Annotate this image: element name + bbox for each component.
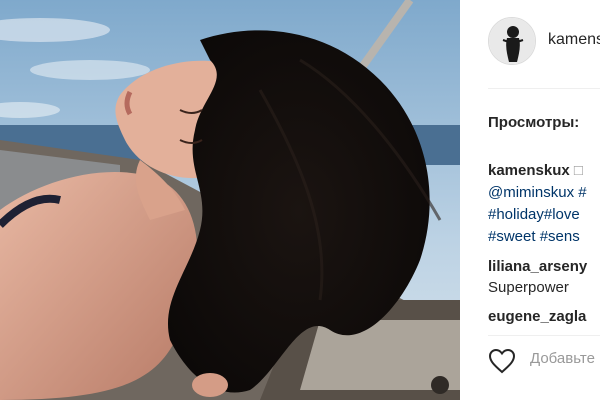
post-details-panel: kamenskux Просмотры: kamenskux □ @mimins… — [460, 0, 600, 400]
comment-username[interactable]: liliana_arseny — [488, 258, 587, 275]
header-divider — [488, 88, 600, 89]
caption-hashtags-line[interactable]: #sweet #sens — [488, 226, 600, 248]
caption-hashtags-line[interactable]: #holiday#love — [488, 204, 600, 226]
avatar-image — [489, 18, 535, 64]
actions-divider — [488, 335, 600, 336]
caption-emoji-glyph: □ — [573, 162, 583, 179]
post-photo[interactable] — [0, 0, 460, 400]
caption-hashtags-line[interactable]: @miminskux # — [488, 182, 600, 204]
add-comment-input[interactable]: Добавьте — [530, 350, 595, 367]
views-label: Просмотры: — [488, 114, 580, 131]
comment-username[interactable]: eugene_zagla — [488, 308, 586, 325]
post-caption: kamenskux □ @miminskux # #holiday#love #… — [488, 160, 600, 248]
post-author-username[interactable]: kamenskux — [548, 31, 600, 49]
post-header: kamenskux — [460, 0, 600, 88]
comment-text: Superpower — [488, 279, 569, 296]
post-photo-image — [0, 0, 460, 400]
avatar[interactable] — [488, 17, 536, 65]
caption-username[interactable]: kamenskux — [488, 162, 570, 179]
heart-icon[interactable] — [488, 348, 516, 374]
